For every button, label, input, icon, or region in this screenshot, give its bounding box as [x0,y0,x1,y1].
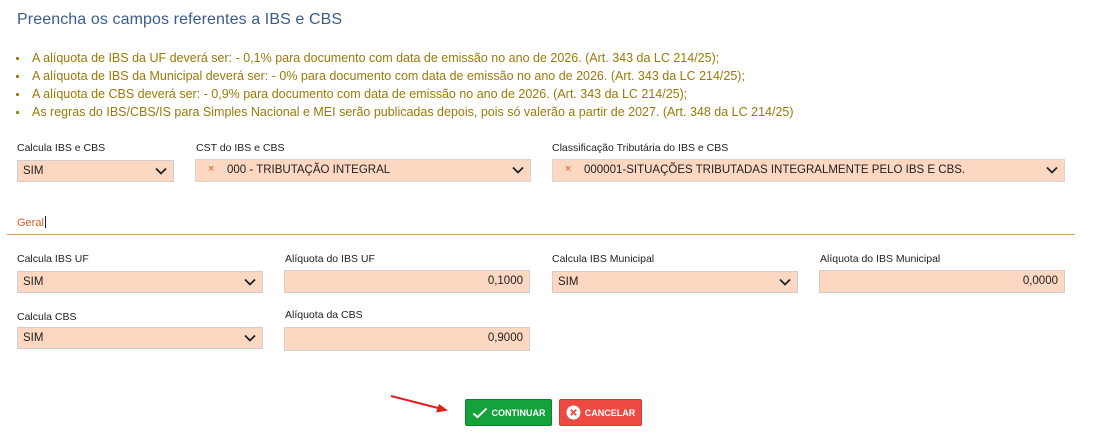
text-cursor [44,216,46,228]
classificacao-value: 000001-SITUAÇÕES TRIBUTADAS INTEGRALMENT… [584,164,966,176]
aliquota-ibs-uf-label: Alíquota do IBS UF [285,253,375,265]
calcula-ibs-cbs-select[interactable]: SIM [17,160,174,182]
chevron-down-icon [244,334,256,342]
cst-value: 000 - TRIBUTAÇÃO INTEGRAL [227,164,391,176]
classificacao-label: Classificação Tributária do IBS e CBS [552,142,729,154]
chevron-down-icon [512,166,524,174]
chevron-down-icon [1046,166,1058,174]
cst-label: CST do IBS e CBS [196,142,285,154]
close-circle-icon [566,405,581,420]
cancel-button[interactable]: CANCELAR [559,399,642,426]
calcula-ibs-municipal-select[interactable]: SIM [552,271,798,293]
red-arrow-annotation [390,395,448,413]
note-ibs-uf: A alíquota de IBS da UF deverá ser: - 0,… [15,49,794,67]
aliquota-ibs-uf-input[interactable]: 0,1000 [284,270,530,293]
remove-classificacao-icon[interactable]: × [565,163,571,175]
cancel-button-label: CANCELAR [584,407,636,418]
note-ibs-municipal: A alíquota de IBS da Municipal deverá se… [15,67,794,85]
calcula-cbs-select[interactable]: SIM [17,327,263,349]
remove-cst-icon[interactable]: × [208,163,214,175]
chevron-down-icon [155,167,167,175]
calcula-ibs-uf-select[interactable]: SIM [17,271,263,293]
calcula-cbs-label: Calcula CBS [17,311,77,323]
calcula-ibs-cbs-label: Calcula IBS e CBS [17,142,106,154]
cst-select[interactable]: × 000 - TRIBUTAÇÃO INTEGRAL [195,159,531,182]
aliquota-cbs-label: Alíquota da CBS [285,309,363,321]
calcula-cbs-value: SIM [23,332,44,344]
calcula-ibs-uf-value: SIM [23,276,44,288]
section-divider [7,234,1075,235]
calcula-ibs-municipal-label: Calcula IBS Municipal [552,253,655,265]
chevron-down-icon [779,278,791,286]
notes-list: A alíquota de IBS da UF deverá ser: - 0,… [15,49,794,121]
page-title: Preencha os campos referentes a IBS e CB… [17,11,343,28]
calcula-ibs-uf-label: Calcula IBS UF [17,253,89,265]
continue-button-label: CONTINUAR [491,407,546,418]
calcula-ibs-municipal-value: SIM [558,276,579,288]
aliquota-ibs-municipal-label: Alíquota do IBS Municipal [820,253,941,265]
check-icon [472,407,487,419]
chevron-down-icon [244,278,256,286]
continue-button[interactable]: CONTINUAR [465,399,552,426]
aliquota-ibs-uf-value: 0,1000 [487,275,523,287]
aliquota-ibs-municipal-value: 0,0000 [1022,275,1058,287]
aliquota-ibs-municipal-input[interactable]: 0,0000 [819,270,1065,293]
calcula-ibs-cbs-value: SIM [23,165,44,177]
aliquota-cbs-input[interactable]: 0,9000 [284,327,530,351]
aliquota-cbs-value: 0,9000 [487,332,523,344]
section-geral-label: Geral [17,216,46,229]
classificacao-select[interactable]: × 000001-SITUAÇÕES TRIBUTADAS INTEGRALME… [552,159,1065,182]
note-cbs: A alíquota de CBS deverá ser: - 0,9% par… [15,85,794,103]
note-simples-nacional: As regras do IBS/CBS/IS para Simples Nac… [15,103,794,121]
